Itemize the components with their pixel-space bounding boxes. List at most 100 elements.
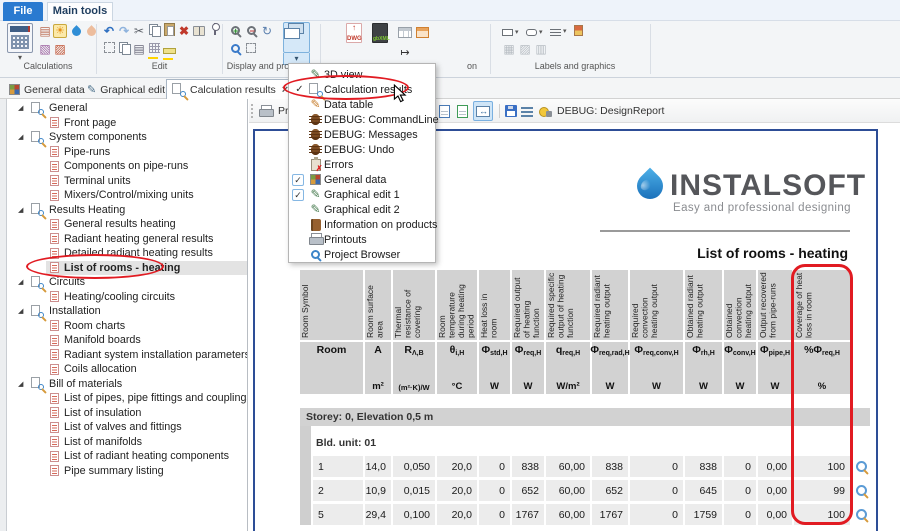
expander-icon[interactable]: ◢ (18, 206, 26, 214)
tab-calculation-results[interactable]: Calculation results × (166, 79, 294, 99)
table-cell: 652 (592, 480, 628, 501)
ribbon-tab-main-tools[interactable]: Main tools (47, 2, 113, 21)
expander-icon[interactable]: ◢ (18, 307, 26, 315)
menu-item-debug-commandline[interactable]: DEBUG: CommandLine (289, 112, 435, 127)
expander-icon[interactable]: ◢ (18, 133, 26, 141)
column-header-heat-loss-in-room: Heat loss in room (479, 270, 510, 340)
align-grid-icon[interactable] (147, 42, 161, 56)
tree-item-coils-allocation[interactable]: Coils allocation (8, 362, 247, 377)
duplicate-icon[interactable] (117, 42, 131, 56)
copy-icon[interactable] (147, 24, 161, 38)
dwg-import-icon[interactable]: DWG (346, 23, 362, 43)
label-right-tool[interactable]: ▾ (526, 26, 543, 38)
menu-item-general-data[interactable]: ✓General data (289, 172, 435, 187)
legend-label-icon[interactable]: ▥ (534, 42, 548, 56)
undo-icon[interactable]: ↶ (102, 24, 116, 38)
heating-calculation-icon[interactable]: ☀ (53, 24, 67, 38)
tree-item-radiant-system-installation-parameters[interactable]: Radiant system installation parameters (8, 348, 247, 363)
menu-item-printouts[interactable]: Printouts (289, 232, 435, 247)
expander-icon[interactable]: ◢ (18, 380, 26, 388)
menu-item-project-browser[interactable]: Project Browser (289, 247, 435, 262)
tree-item-circuits[interactable]: ◢Circuits (8, 275, 247, 290)
tree-item-list-of-radiant-heating-components[interactable]: List of radiant heating components (8, 449, 247, 464)
delete-icon[interactable]: ✖ (177, 24, 191, 38)
export-table-icon[interactable] (398, 27, 412, 38)
cut-icon[interactable]: ✂ (132, 24, 146, 38)
notes-icon[interactable] (192, 25, 206, 39)
windows-view-button[interactable] (283, 22, 310, 53)
row-zoom-button[interactable] (856, 509, 867, 520)
menu-item-3d-view[interactable]: ✎3D view (289, 67, 435, 82)
report-list-button[interactable] (519, 101, 535, 121)
table-cell: 0 (479, 504, 510, 525)
row-zoom-button[interactable] (856, 461, 867, 472)
calculations-button[interactable]: ▾ (5, 23, 35, 62)
scheme-variants-icon[interactable]: ▧ (38, 42, 52, 56)
menu-item-data-table[interactable]: ✎Data table (289, 97, 435, 112)
tree-item-manifold-boards[interactable]: Manifold boards (8, 333, 247, 348)
page-preview-button[interactable] (455, 101, 470, 121)
debug-designreport-button[interactable]: DEBUG: DesignReport (537, 101, 666, 121)
tree-item-detailed-radiant-heating-results[interactable]: Detailed radiant heating results (8, 246, 247, 261)
zoom-out-icon[interactable] (244, 24, 258, 38)
page-setup-button[interactable] (437, 101, 452, 121)
tree-item-list-of-manifolds[interactable]: List of manifolds (8, 435, 247, 450)
gbxml-import-icon[interactable]: gbXML (372, 23, 388, 43)
water-calculation-icon[interactable] (69, 25, 83, 39)
tab-general-data[interactable]: General data (4, 80, 90, 99)
zoom-in-icon[interactable] (228, 24, 242, 38)
menu-item-calculation-results[interactable]: ✓Calculation results (289, 82, 435, 97)
table-label-icon[interactable]: ▦ (502, 42, 516, 56)
tree-item-terminal-units[interactable]: Terminal units (8, 174, 247, 189)
costs-icon[interactable]: ▨ (53, 42, 67, 56)
menu-item-graphical-edit-1[interactable]: ✓✎Graphical edit 1 (289, 187, 435, 202)
export-window-icon[interactable] (416, 27, 429, 38)
report-page-icon (50, 291, 59, 302)
tree-item-list-of-insulation[interactable]: List of insulation (8, 406, 247, 421)
tree-item-results-heating[interactable]: ◢Results Heating (8, 203, 247, 218)
menu-item-debug-messages[interactable]: DEBUG: Messages (289, 127, 435, 142)
menu-item-debug-undo[interactable]: DEBUG: Undo (289, 142, 435, 157)
image-label-icon[interactable]: ▨ (518, 42, 532, 56)
tab-graphical-edit-1[interactable]: ✎ Graphical edit 1 (82, 80, 179, 99)
dhw-calculation-icon[interactable] (84, 25, 98, 39)
tree-item-components-on-pipe-runs[interactable]: Components on pipe-runs (8, 159, 247, 174)
label-left-tool[interactable]: ▾ (502, 26, 519, 38)
redo-icon[interactable]: ↷ (117, 24, 131, 38)
refresh-view-icon[interactable]: ↻ (260, 24, 274, 38)
flag-label-tool[interactable] (574, 24, 583, 36)
tree-item-label: Bill of materials (49, 378, 122, 390)
tree-item-general[interactable]: ◢General (8, 101, 247, 116)
ribbon-tab-file[interactable]: File (3, 2, 43, 21)
column-unit: W (699, 381, 708, 392)
expander-icon[interactable]: ◢ (18, 278, 26, 286)
tree-item-bill-of-materials[interactable]: ◢ Bill of materials (8, 377, 247, 392)
text-label-tool[interactable]: ▾ (550, 25, 567, 37)
ruler-icon[interactable] (162, 43, 176, 57)
paste-icon[interactable] (162, 23, 176, 37)
tree-item-pipe-summary-listing[interactable]: Pipe summary listing (8, 464, 247, 479)
check-results-icon[interactable]: ▤ (38, 24, 52, 38)
connect-icon[interactable]: ↦ (398, 46, 412, 60)
toolbar-grip[interactable] (251, 104, 253, 118)
column-symbol: Φreq,H (515, 344, 542, 357)
menu-item-errors[interactable]: Errors (289, 157, 435, 172)
expander-icon[interactable]: ◢ (18, 104, 26, 112)
zoom-area-icon[interactable] (244, 42, 258, 56)
tree-item-list-of-rooms-heating[interactable]: List of rooms - heating (8, 261, 247, 276)
insert-node-icon[interactable] (208, 23, 222, 37)
save-report-button[interactable] (503, 101, 519, 121)
tree-item-list-of-valves-and-fittings[interactable]: List of valves and fittings (8, 420, 247, 435)
menu-item-graphical-edit-2[interactable]: ✎Graphical edit 2 (289, 202, 435, 217)
tree-item-system-components[interactable]: ◢System components (8, 130, 247, 145)
layers-icon[interactable]: ▤ (132, 42, 146, 56)
calculation-results-icon (172, 83, 186, 97)
tree-item-radiant-heating-general-results[interactable]: Radiant heating general results (8, 232, 247, 247)
tree-item-mixers-control-mixing-units[interactable]: Mixers/Control/mixing units (8, 188, 247, 203)
select-area-icon[interactable] (102, 42, 116, 56)
fit-width-button[interactable] (473, 101, 493, 121)
zoom-selection-icon[interactable] (228, 42, 242, 56)
menu-item-information-on-products[interactable]: Information on products (289, 217, 435, 232)
row-zoom-button[interactable] (856, 485, 867, 496)
tree-item-installation[interactable]: ◢Installation (8, 304, 247, 319)
